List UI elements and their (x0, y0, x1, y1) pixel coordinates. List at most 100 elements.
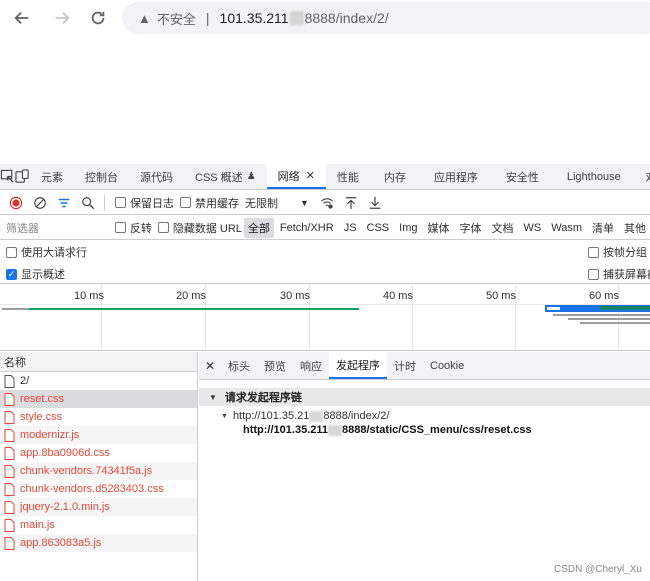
tab-timing-label: 计时 (394, 360, 416, 373)
tab-memory[interactable]: 内存 (370, 164, 420, 189)
initiator-parent[interactable]: ▼ http://101.35.21 8888/index/2/ (221, 410, 650, 422)
request-row[interactable]: main.js (0, 516, 197, 534)
network-conditions-button[interactable] (315, 191, 339, 215)
tab-sources[interactable]: 源代码 (129, 164, 184, 189)
request-row-selected[interactable]: reset.css (0, 390, 197, 408)
tab-headers[interactable]: 标头 (221, 352, 257, 379)
tab-css-overview[interactable]: CSS 概述 ♟ (184, 164, 267, 189)
initiator-chain-header[interactable]: ▼ 请求发起程序链 (199, 388, 650, 406)
capture-screenshots-checkbox[interactable]: 捕获屏幕截 (588, 266, 650, 282)
type-filter-other[interactable]: 其他 (620, 218, 650, 238)
tab-css-overview-label: CSS 概述 (195, 171, 243, 184)
type-filter-doc[interactable]: 文档 (488, 218, 518, 238)
record-icon (9, 196, 23, 209)
search-button[interactable] (76, 191, 100, 215)
overview-bar-queued (568, 318, 650, 320)
type-filter-manifest[interactable]: 清单 (588, 218, 618, 238)
invert-checkbox[interactable]: 反转 (114, 220, 152, 236)
request-row[interactable]: jquery-2.1.0.min.js (0, 498, 197, 516)
tab-initiator-label: 发起程序 (336, 359, 380, 372)
file-error-icon (4, 536, 15, 550)
detail-tabbar: ✕ 标头 预览 响应 发起程序 计时 Cookie (199, 352, 650, 380)
clear-icon (34, 196, 46, 209)
type-filter-font[interactable]: 字体 (456, 218, 486, 238)
request-name: reset.css (20, 393, 65, 405)
forward-button[interactable] (50, 6, 74, 30)
record-button[interactable] (4, 191, 28, 215)
tab-cookies[interactable]: Cookie (423, 352, 471, 379)
initiator-child-url-a: http://101.35.211 (243, 424, 328, 436)
initiator-parent-url-a: http://101.35.21 (232, 410, 310, 422)
request-row[interactable]: style.css (0, 408, 197, 426)
browser-toolbar: ▲ 不安全 | 101.35.211 8888/index/2/ (0, 0, 650, 36)
preserve-log-checkbox[interactable]: 保留日志 (115, 195, 174, 211)
checkbox-box[interactable] (588, 268, 599, 280)
throttling-value: 无限制 (245, 197, 278, 210)
arrow-left-icon (14, 11, 29, 25)
initiator-child[interactable]: http://101.35.211 8888/static/CSS_menu/c… (243, 424, 650, 436)
close-icon[interactable]: ✕ (199, 352, 221, 379)
filter-button[interactable] (52, 191, 76, 215)
request-row[interactable]: 2/ (0, 372, 197, 390)
request-row[interactable]: modernizr.js (0, 426, 197, 444)
type-filter-fetch[interactable]: Fetch/XHR (276, 220, 338, 236)
checkbox-box-checked[interactable]: ✓ (6, 268, 17, 280)
type-filter-media[interactable]: 媒体 (424, 218, 454, 238)
request-row[interactable]: chunk-vendors.74341f5a.js (0, 462, 197, 480)
tab-timing[interactable]: 计时 (387, 352, 423, 379)
device-toolbar-button[interactable] (15, 164, 30, 189)
export-har-button[interactable] (363, 191, 387, 215)
throttling-select[interactable]: 无限制 ▼ (245, 195, 309, 211)
type-filter-all[interactable]: 全部 (243, 217, 274, 238)
url-host: 101.35.211 (219, 10, 289, 26)
filter-input[interactable]: 筛选器 (4, 218, 109, 238)
type-filter-wasm[interactable]: Wasm (547, 220, 586, 236)
show-overview-checkbox[interactable]: ✓ 显示概述 (6, 266, 65, 282)
overview-bar-queued (553, 314, 650, 316)
network-overview[interactable]: 10 ms 20 ms 30 ms 40 ms 50 ms 60 ms (0, 285, 650, 351)
file-error-icon (4, 500, 15, 514)
request-list: 名称 2/ reset.css style.css modernizr.js a… (0, 352, 198, 581)
reload-button[interactable] (86, 6, 110, 30)
type-filter-js[interactable]: JS (340, 220, 361, 236)
tab-console[interactable]: 控制台 (74, 164, 129, 189)
checkbox-box[interactable] (157, 222, 169, 233)
group-by-frame-checkbox[interactable]: 按帧分组 (588, 244, 647, 260)
type-filter-ws[interactable]: WS (520, 220, 546, 236)
tab-preview[interactable]: 预览 (257, 352, 293, 379)
checkbox-box[interactable] (6, 246, 17, 258)
tab-sources-label: 源代码 (140, 171, 173, 184)
clear-button[interactable] (28, 191, 52, 215)
search-icon (82, 196, 95, 209)
checkbox-box[interactable] (115, 197, 126, 208)
tab-network[interactable]: 网络 ✕ (266, 164, 326, 189)
tab-response[interactable]: 响应 (293, 352, 329, 379)
hide-data-urls-checkbox[interactable]: 隐藏数据 URL (157, 220, 242, 236)
tab-lighthouse-label: Lighthouse (566, 170, 621, 183)
back-button[interactable] (10, 6, 34, 30)
tab-performance-label: 性能 (336, 171, 359, 184)
tab-initiator[interactable]: 发起程序 (329, 352, 387, 379)
checkbox-box[interactable] (114, 222, 126, 233)
tab-application[interactable]: 应用程序 (420, 164, 492, 189)
preserve-log-label: 保留日志 (130, 197, 174, 210)
tab-elements[interactable]: 元素 (30, 164, 74, 189)
inspect-element-button[interactable] (0, 164, 15, 189)
column-header-name[interactable]: 名称 (0, 352, 197, 372)
import-har-button[interactable] (339, 191, 363, 215)
request-row[interactable]: app.8ba0906d.css (0, 444, 197, 462)
address-bar[interactable]: ▲ 不安全 | 101.35.211 8888/index/2/ (122, 2, 650, 34)
large-rows-checkbox[interactable]: 使用大请求行 (6, 244, 87, 260)
tab-welcome[interactable]: 欢迎 (635, 164, 650, 189)
type-filter-img[interactable]: Img (395, 220, 421, 236)
request-row[interactable]: app.863083a5.js (0, 534, 197, 552)
tab-lighthouse[interactable]: Lighthouse (553, 164, 635, 189)
request-row[interactable]: chunk-vendors.d5283403.css (0, 480, 197, 498)
tab-performance[interactable]: 性能 (326, 164, 370, 189)
checkbox-box[interactable] (588, 246, 599, 258)
type-filter-css[interactable]: CSS (363, 220, 394, 236)
close-icon[interactable]: ✕ (306, 169, 315, 182)
disable-cache-checkbox[interactable]: 禁用缓存 (180, 195, 239, 211)
checkbox-box[interactable] (180, 197, 191, 208)
tab-security[interactable]: 安全性 (492, 164, 553, 189)
